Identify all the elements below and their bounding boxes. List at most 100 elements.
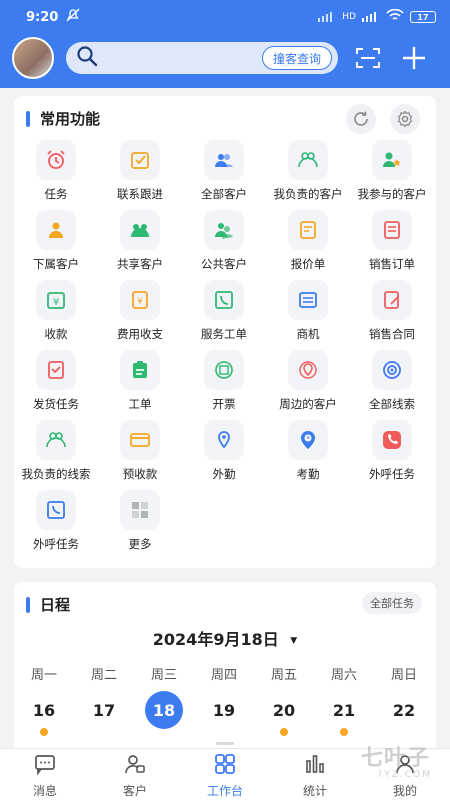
search-bar[interactable]: 撞客查询 — [66, 42, 338, 74]
function-label: 服务工单 — [201, 327, 247, 341]
calendar-day[interactable]: 16 — [14, 692, 74, 728]
weekday-label: 周四 — [210, 668, 237, 683]
watermark-text: 七叶子 — [360, 746, 430, 771]
function-label: 公共客户 — [201, 257, 247, 271]
status-time: 9:20 — [26, 9, 59, 25]
settings-gear-icon[interactable] — [390, 104, 420, 134]
payment-received-icon: ¥ — [36, 280, 76, 320]
function-item[interactable]: 报价单 — [266, 210, 350, 274]
refresh-icon[interactable] — [346, 104, 376, 134]
nav-label: 消息 — [32, 783, 57, 798]
nav-label: 统计 — [302, 783, 327, 798]
nav-tab[interactable]: 消息 — [0, 749, 90, 800]
function-item[interactable]: 发货任务 — [14, 350, 98, 414]
function-item[interactable]: 销售订单 — [350, 210, 434, 274]
function-item[interactable]: ¥ 费用收支 — [98, 280, 182, 344]
avatar[interactable] — [12, 37, 54, 79]
function-item[interactable]: 预收款 — [98, 420, 182, 484]
function-item[interactable]: 下属客户 — [14, 210, 98, 274]
day-number: 17 — [92, 700, 116, 720]
responsible-leads-icon — [36, 420, 76, 460]
checkbox-icon — [120, 140, 160, 180]
opportunity-icon — [288, 280, 328, 320]
weekday-label: 周二 — [90, 668, 117, 683]
common-functions-card: 常用功能 任务 联系跟进 全部客户 我负责的客户 我参与的客户 下属客户 共享客户 公共客户 报… — [14, 96, 436, 568]
function-item[interactable]: 我参与的客户 — [350, 140, 434, 204]
watermark-subtext: 7YZ.COM — [376, 770, 432, 780]
function-label: 外勤 — [212, 467, 236, 481]
selected-day[interactable]: 18 — [134, 691, 194, 729]
function-label: 我负责的线索 — [21, 467, 91, 481]
function-item[interactable]: 考勤 — [266, 420, 350, 484]
function-item[interactable]: 销售合同 — [350, 280, 434, 344]
event-dot — [40, 728, 48, 736]
nav-label: 工作台 — [206, 783, 243, 798]
title-accent-bar — [26, 110, 30, 127]
function-label: 销售合同 — [369, 327, 415, 341]
public-customer-icon — [204, 210, 244, 250]
work-order-icon — [120, 350, 160, 390]
scan-icon[interactable] — [352, 42, 384, 74]
duplicate-customer-check-button[interactable]: 撞客查询 — [261, 46, 332, 70]
calendar-day[interactable]: 21 — [314, 692, 374, 728]
function-item[interactable]: 联系跟进 — [98, 140, 182, 204]
function-item[interactable]: 任务 — [14, 140, 98, 204]
calendar-day[interactable]: 19 — [194, 692, 254, 728]
function-label: 报价单 — [290, 257, 326, 271]
function-item[interactable]: 工单 — [98, 350, 182, 414]
calendar-day[interactable]: 20 — [254, 692, 314, 728]
expand-handle[interactable] — [216, 742, 234, 745]
day-number: 16 — [32, 700, 56, 720]
shared-customer-icon — [120, 210, 160, 250]
day-number: 18 — [145, 691, 183, 729]
function-item[interactable]: 全部客户 — [182, 140, 266, 204]
function-label: 外呼任务 — [369, 467, 415, 481]
add-icon[interactable] — [398, 42, 430, 74]
all-tasks-button[interactable]: 全部任务 — [362, 592, 422, 614]
day-number: 19 — [212, 700, 236, 720]
function-item[interactable]: 商机 — [266, 280, 350, 344]
function-item[interactable]: 外勤 — [182, 420, 266, 484]
function-label: 费用收支 — [117, 327, 163, 341]
prepayment-card-icon — [120, 420, 160, 460]
customer-icon — [123, 752, 147, 779]
nearby-customer-icon — [288, 350, 328, 390]
signal-icon — [318, 10, 336, 25]
function-label: 我负责的客户 — [273, 187, 343, 201]
function-item[interactable]: 公共客户 — [182, 210, 266, 274]
function-item[interactable]: ¥ 收款 — [14, 280, 98, 344]
nav-tab[interactable]: 工作台 — [180, 749, 270, 800]
location-pin-icon — [204, 420, 244, 460]
function-item[interactable]: 开票 — [182, 350, 266, 414]
function-label: 下属客户 — [33, 257, 79, 271]
function-label: 全部线索 — [369, 397, 415, 411]
function-item[interactable]: 服务工单 — [182, 280, 266, 344]
function-item[interactable]: 外呼任务 — [350, 420, 434, 484]
function-item[interactable]: 全部线索 — [350, 350, 434, 414]
event-dot — [280, 728, 288, 736]
function-item[interactable]: 更多 — [98, 490, 182, 554]
calendar-day[interactable]: 17 — [74, 692, 134, 728]
function-label: 销售订单 — [369, 257, 415, 271]
function-item[interactable]: 周边的客户 — [266, 350, 350, 414]
function-label: 收款 — [44, 327, 68, 341]
function-label: 全部客户 — [201, 187, 247, 201]
function-label: 联系跟进 — [117, 187, 163, 201]
date-picker[interactable]: 2024年9月18日 ▼ — [14, 626, 436, 650]
wifi-icon — [386, 8, 404, 25]
function-label: 发货任务 — [33, 397, 79, 411]
delivery-task-icon — [36, 350, 76, 390]
responsible-customers-icon — [288, 140, 328, 180]
function-item[interactable]: 我负责的客户 — [266, 140, 350, 204]
calendar-day[interactable]: 22 — [374, 692, 434, 728]
weekday-label: 周一 — [30, 668, 57, 683]
function-item[interactable]: 共享客户 — [98, 210, 182, 274]
day-number: 21 — [332, 700, 356, 720]
function-label: 任务 — [44, 187, 68, 201]
nav-tab[interactable]: 统计 — [270, 749, 360, 800]
day-number: 22 — [392, 700, 416, 720]
function-item[interactable]: 我负责的线索 — [14, 420, 98, 484]
app-header: 9:20 HD 17 撞客查询 — [0, 0, 450, 88]
function-item[interactable]: 外呼任务 — [14, 490, 98, 554]
nav-tab[interactable]: 客户 — [90, 749, 180, 800]
